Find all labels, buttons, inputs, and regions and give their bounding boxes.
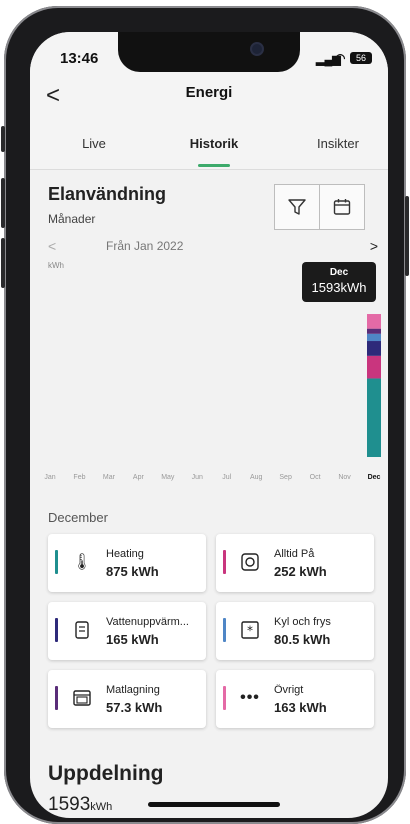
phone-frame: 13:46 ▂▄▆ ◠ 56 < Energi Live Historik In… [1, 6, 409, 824]
tile-value: 80.5 kWh [274, 632, 331, 647]
tile-value: 252 kWh [274, 564, 327, 579]
tab-live[interactable]: Live [44, 136, 144, 151]
x-tick-label: Oct [310, 474, 321, 481]
x-tick-label: Nov [338, 474, 351, 481]
bar-segment[interactable] [367, 333, 381, 342]
tile-value: 165 kWh [106, 632, 159, 647]
filter-icon [288, 199, 306, 215]
oven-icon [70, 686, 94, 710]
calendar-icon [333, 199, 351, 215]
battery-icon: 56 [350, 52, 372, 64]
uppdelning-total-value: 1593 [48, 794, 91, 815]
chart-card-subtitle: Månader [48, 212, 96, 226]
calendar-button[interactable] [319, 184, 365, 230]
x-tick-label: Feb [73, 474, 85, 481]
notch [118, 32, 300, 72]
volume-down-button [1, 238, 5, 288]
bar-segment[interactable] [367, 355, 381, 379]
tile-label: Vattenuppvärm... [106, 616, 189, 628]
chart-tooltip: Dec 1593kWh [302, 262, 376, 302]
volume-up-button [1, 178, 5, 228]
snowflake-icon: * [238, 618, 262, 642]
chart-card-title: Elanvändning [48, 184, 167, 204]
x-tick-label: Aug [250, 474, 263, 481]
uppdelning-total-unit: kWh [90, 801, 113, 813]
category-color-bar [223, 686, 226, 710]
tile-label: Kyl och frys [274, 616, 331, 628]
x-tick-label: Jul [222, 474, 231, 481]
tooltip-value: 1593kWh [311, 280, 367, 295]
breakdown-tile-vattenuppvarmning[interactable]: Vattenuppvärm... 165 kWh [48, 602, 206, 660]
category-color-bar [55, 618, 58, 642]
tab-historik[interactable]: Historik [164, 136, 264, 151]
side-button [405, 196, 409, 276]
x-tick-label: Jan [44, 474, 55, 481]
breakdown-tile-alltid-pa[interactable]: Alltid På 252 kWh [216, 534, 374, 592]
x-tick-label: Dec [368, 474, 381, 481]
period-label: Från Jan 2022 [106, 239, 184, 253]
breakdown-tile-heating[interactable]: 🌡 Heating 875 kWh [48, 534, 206, 592]
status-time: 13:46 [60, 50, 99, 67]
category-color-bar [223, 618, 226, 642]
app-screen: 13:46 ▂▄▆ ◠ 56 < Energi Live Historik In… [30, 32, 388, 818]
header-divider [30, 169, 388, 170]
water-heater-icon [70, 618, 94, 642]
camera-icon [252, 44, 262, 54]
category-color-bar [55, 686, 58, 710]
x-tick-label: Apr [133, 474, 145, 481]
x-tick-label: Mar [103, 474, 116, 481]
breakdown-tile-kyl-och-frys[interactable]: * Kyl och frys 80.5 kWh [216, 602, 374, 660]
category-color-bar [55, 550, 58, 574]
tile-value: 875 kWh [106, 564, 159, 579]
tile-label: Alltid På [274, 548, 315, 560]
svg-text:*: * [247, 624, 253, 638]
tile-value: 163 kWh [274, 700, 327, 715]
home-indicator[interactable] [148, 802, 280, 807]
filter-button[interactable] [274, 184, 320, 230]
breakdown-month-label: December [48, 510, 108, 525]
active-tab-indicator [198, 164, 230, 167]
tab-insikter[interactable]: Insikter [288, 136, 388, 151]
bar-segment[interactable] [367, 378, 381, 457]
bar-segment[interactable] [367, 328, 381, 334]
page-title: Energi [185, 84, 233, 101]
thermometer-icon: 🌡 [71, 554, 93, 571]
x-tick-label: Sep [279, 474, 292, 481]
header: 13:46 ▂▄▆ ◠ 56 < Energi Live Historik In… [30, 32, 388, 170]
tooltip-month: Dec [329, 267, 349, 278]
tile-value: 57.3 kWh [106, 700, 163, 715]
x-tick-label: May [161, 474, 175, 481]
power-socket-icon [238, 550, 262, 574]
tile-label: Matlagning [106, 684, 160, 696]
bar-segment[interactable] [367, 341, 381, 356]
tile-label: Övrigt [274, 684, 304, 696]
wifi-icon: ◠ [335, 51, 346, 65]
uppdelning-heading: Uppdelning [48, 762, 164, 785]
breakdown-tile-ovrigt[interactable]: ••• Övrigt 163 kWh [216, 670, 374, 728]
bar-segment[interactable] [367, 314, 381, 329]
uppdelning-total: 1593kWh [48, 794, 112, 816]
x-tick-label: Jun [192, 474, 203, 481]
mute-switch [1, 126, 5, 152]
more-dots-icon: ••• [240, 689, 260, 706]
category-color-bar [223, 550, 226, 574]
tile-label: Heating [106, 548, 144, 560]
breakdown-tile-matlagning[interactable]: Matlagning 57.3 kWh [48, 670, 206, 728]
